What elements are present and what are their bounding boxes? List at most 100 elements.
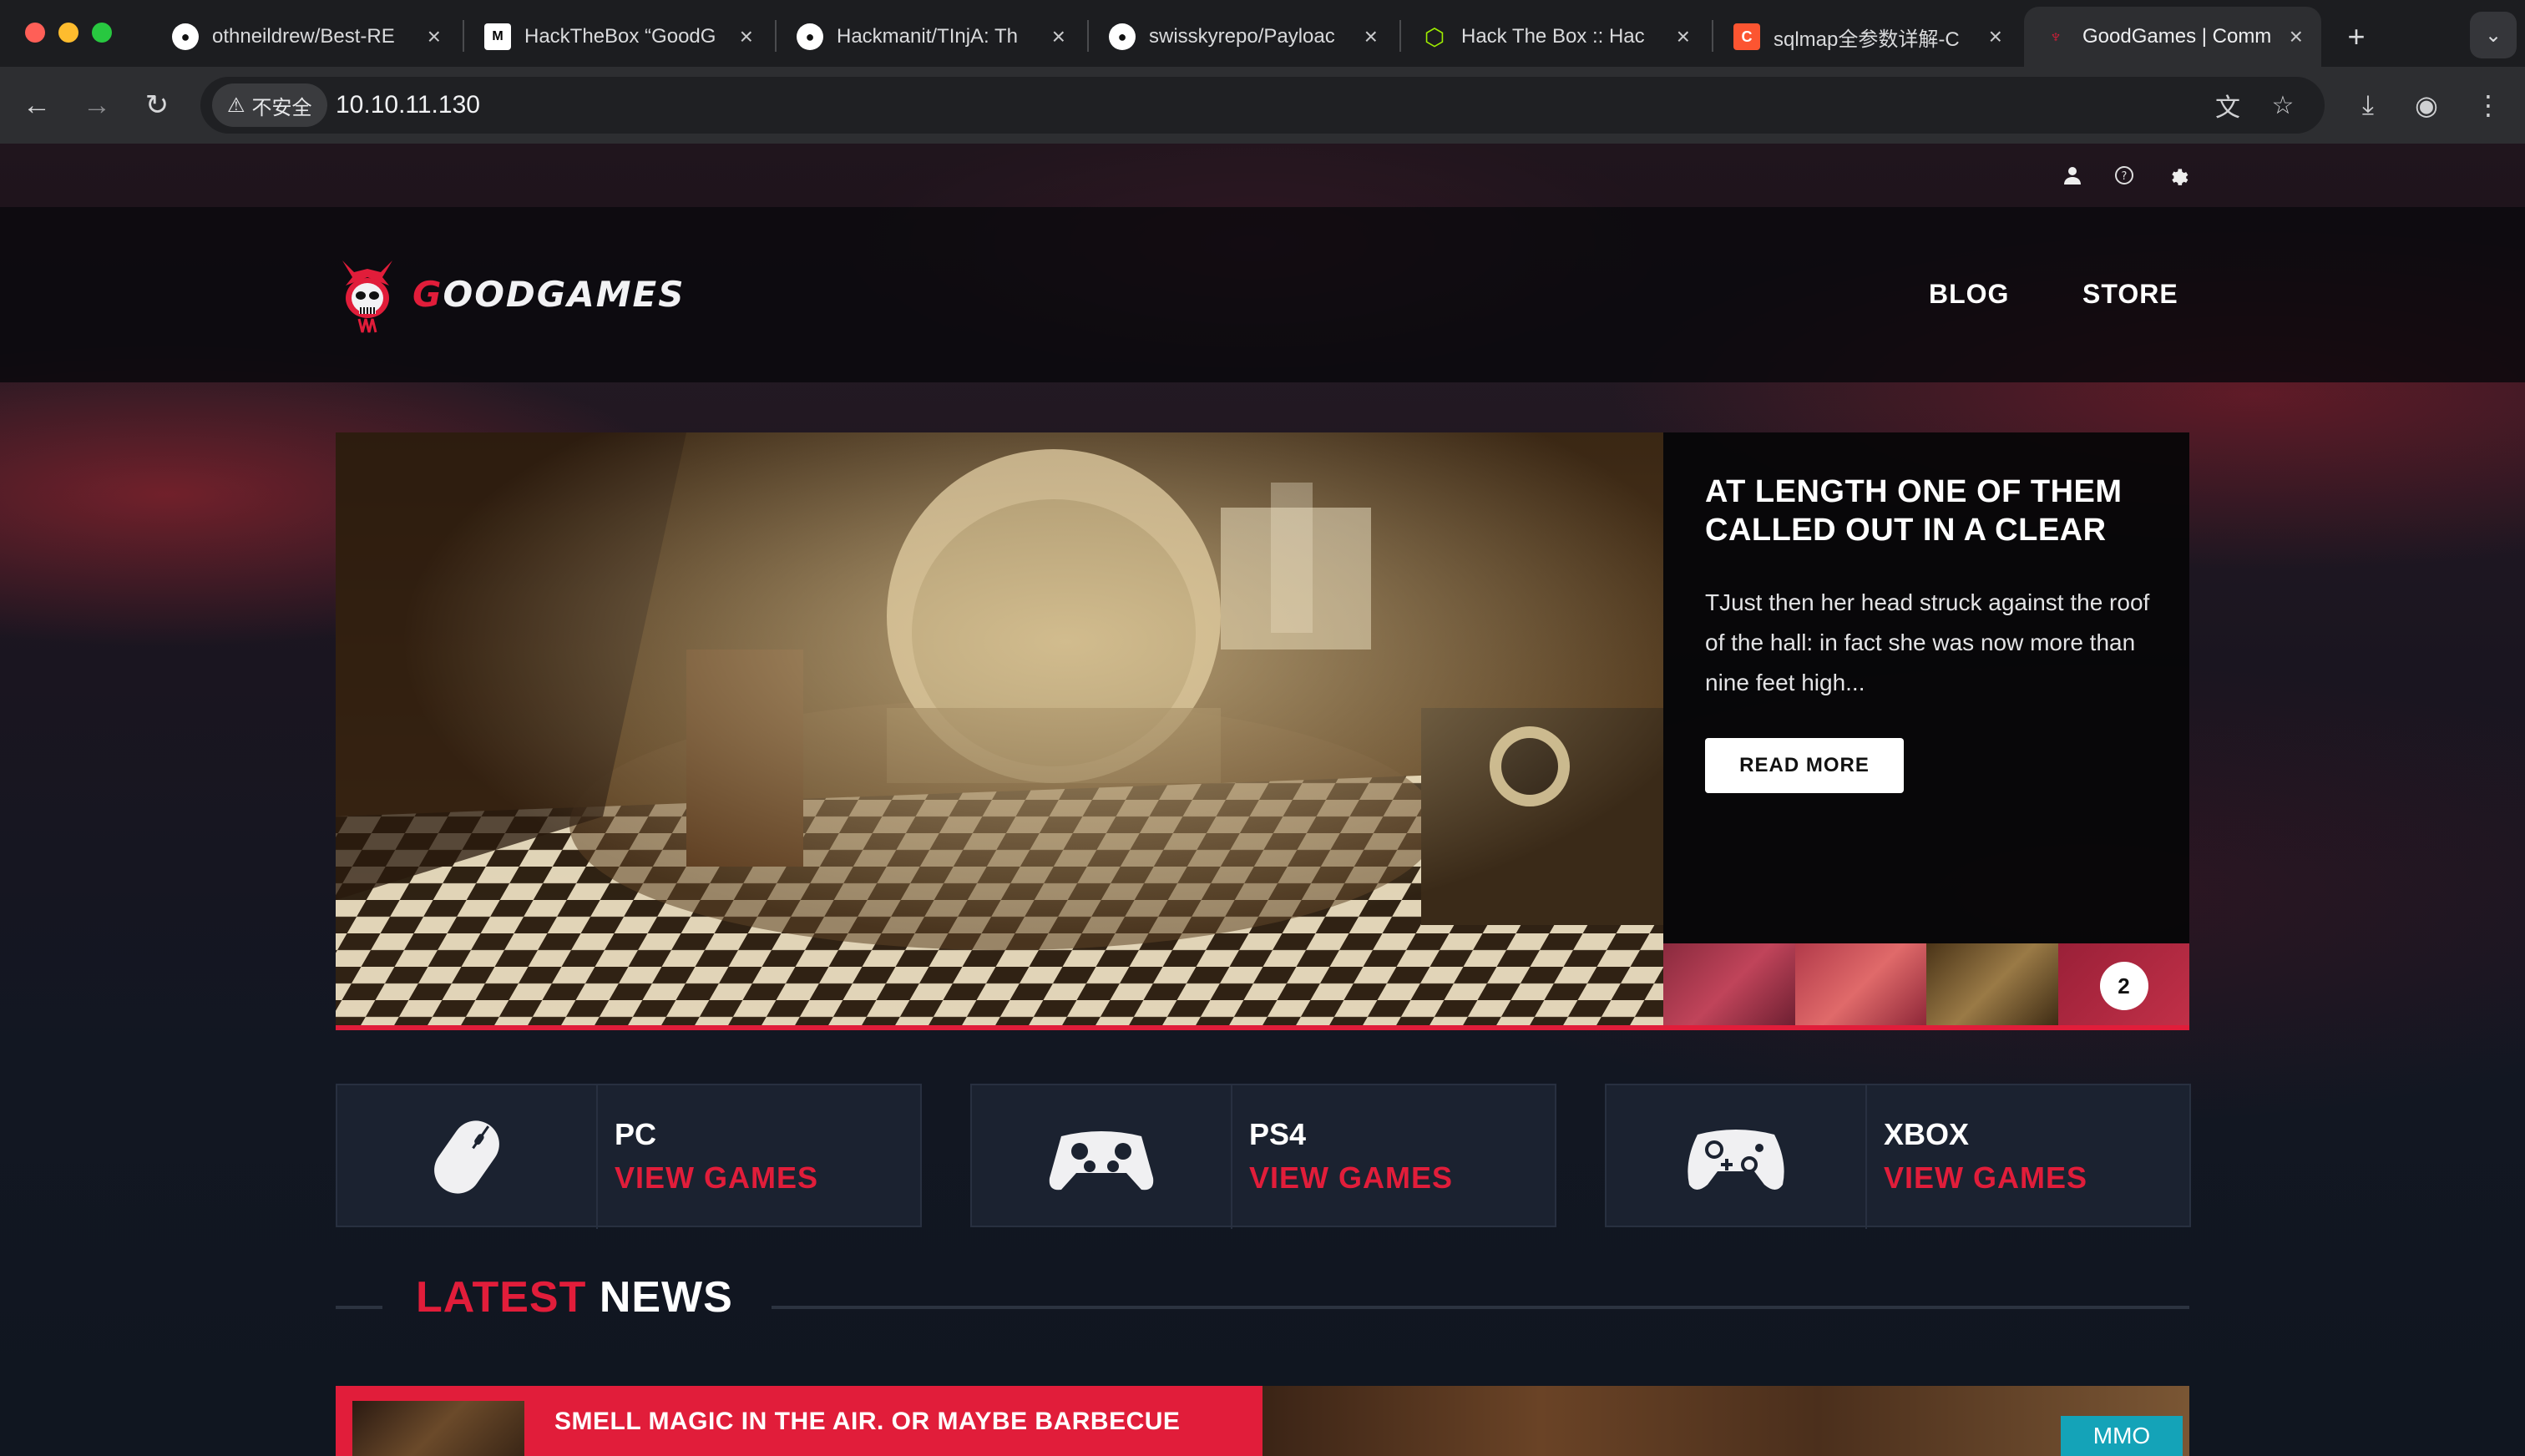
settings-gear-icon[interactable]	[2164, 162, 2191, 189]
close-tab-icon[interactable]: ×	[1052, 25, 1065, 48]
close-tab-icon[interactable]: ×	[1364, 25, 1378, 48]
tab-title: othneildrew/Best-RE	[212, 25, 395, 48]
news-item[interactable]: SMELL MAGIC IN THE AIR. OR MAYBE BARBECU…	[336, 1386, 2189, 1456]
tab-title: GoodGames | Comm	[2082, 25, 2272, 48]
github-icon: ●	[1109, 23, 1136, 50]
tab-title: sqlmap全参数详解-C	[1774, 28, 1960, 51]
hero-title: AT LENGTH ONE OF THEM CALLED OUT IN A CL…	[1705, 474, 2123, 548]
hero-scene-illustration	[336, 432, 1663, 1030]
translate-icon[interactable]: 文	[2208, 85, 2248, 125]
mouse-icon-wrap	[337, 1085, 598, 1229]
hero-excerpt: TJust then her head struck against the r…	[1705, 589, 2150, 695]
address-bar[interactable]: ⚠ 不安全 10.10.11.130 文 ☆	[200, 77, 2325, 134]
user-icon[interactable]	[2059, 162, 2086, 189]
hero-slider: AT LENGTH ONE OF THEM CALLED OUT IN A CL…	[336, 432, 2189, 1030]
download-icon[interactable]: ⤓	[2346, 83, 2390, 127]
close-tab-icon[interactable]: ×	[428, 25, 441, 48]
tab-title: Hackmanit/TInjA: Th	[837, 25, 1018, 48]
browser-tab[interactable]: ● othneildrew/Best-RE ×	[154, 7, 459, 67]
hero-image[interactable]	[336, 432, 1663, 1030]
profile-icon[interactable]: ◉	[2405, 83, 2448, 127]
tab-divider	[775, 20, 777, 52]
tab-title: Hack The Box :: Hac	[1461, 25, 1645, 48]
browser-tab[interactable]: ● Hackmanit/TInjA: Th ×	[778, 7, 1084, 67]
url-text[interactable]: 10.10.11.130	[336, 77, 480, 134]
nav-blog[interactable]: BLOG	[1929, 279, 2009, 310]
site-logo-text: GOODGAMES	[412, 273, 686, 315]
category-card-xbox[interactable]: XBOX VIEW GAMES	[1605, 1084, 2191, 1229]
news-image[interactable]	[1262, 1386, 2189, 1456]
news-headline[interactable]: SMELL MAGIC IN THE AIR. OR MAYBE BARBECU…	[554, 1408, 1180, 1436]
reload-button[interactable]: ↻	[135, 83, 179, 127]
top-utility-bar: ?	[0, 144, 2525, 207]
view-games-link[interactable]: VIEW GAMES	[1249, 1160, 1453, 1196]
github-icon: ●	[797, 23, 823, 50]
category-name: PC	[615, 1117, 657, 1151]
news-category-tag[interactable]: MMO	[2061, 1416, 2183, 1456]
close-window-button[interactable]	[25, 23, 45, 43]
browser-toolbar: ← → ↻ ⚠ 不安全 10.10.11.130 文 ☆ ⤓ ◉ ⋮	[0, 67, 2525, 144]
browser-tab-active[interactable]: ♆ GoodGames | Comm ×	[2024, 7, 2321, 67]
new-tab-button[interactable]: +	[2333, 7, 2380, 67]
tab-divider	[1087, 20, 1089, 52]
category-card-ps4[interactable]: PS4 VIEW GAMES	[970, 1084, 1556, 1229]
goodgames-favicon: ♆	[2048, 26, 2063, 47]
slide-number-badge[interactable]: 2	[2099, 962, 2148, 1010]
webpage: ? GOODGAMES BLOG STORE AT LENGTH ONE OF …	[0, 144, 2525, 1456]
browser-tab[interactable]: C sqlmap全参数详解-C ×	[1715, 7, 2021, 67]
view-games-link[interactable]: VIEW GAMES	[1884, 1160, 2087, 1196]
section-rule-right	[772, 1306, 2189, 1309]
browser-tab[interactable]: M HackTheBox “GoodG ×	[466, 7, 772, 67]
help-icon[interactable]: ?	[2111, 162, 2138, 189]
security-indicator[interactable]: ⚠ 不安全	[212, 83, 327, 127]
github-icon: ●	[172, 23, 199, 50]
bookmark-star-icon[interactable]: ☆	[2263, 85, 2303, 125]
tab-strip: ● othneildrew/Best-RE × M HackTheBox “Go…	[0, 0, 2525, 67]
xbox-controller-icon-wrap	[1607, 1085, 1867, 1229]
zoom-window-button[interactable]	[92, 23, 112, 43]
nav-store[interactable]: STORE	[2082, 279, 2178, 310]
slider-thumbnails: 2	[1663, 943, 2189, 1030]
skull-logo-icon	[342, 260, 392, 333]
read-more-button[interactable]: READ MORE	[1705, 738, 1904, 793]
tab-title: swisskyrepo/Payloac	[1149, 25, 1335, 48]
section-rule-left	[336, 1306, 382, 1309]
browser-tab[interactable]: ● swisskyrepo/Payloac ×	[1090, 7, 1396, 67]
category-name: PS4	[1249, 1117, 1307, 1151]
slider-thumb-3[interactable]	[1926, 943, 2058, 1030]
ps4-controller-icon-wrap	[972, 1085, 1232, 1229]
category-card-pc[interactable]: PC VIEW GAMES	[336, 1084, 922, 1229]
news-thumbnail[interactable]	[352, 1401, 524, 1456]
forward-button[interactable]: →	[75, 83, 119, 127]
security-label: 不安全	[251, 96, 312, 119]
latest-news-heading: LATEST NEWS	[416, 1273, 733, 1322]
hero-accent-bar	[336, 1025, 2189, 1030]
back-button[interactable]: ←	[15, 83, 58, 127]
news-item-header: SMELL MAGIC IN THE AIR. OR MAYBE BARBECU…	[336, 1386, 1262, 1456]
mouse-icon	[434, 1120, 499, 1194]
close-tab-icon[interactable]: ×	[1677, 25, 1690, 48]
tab-divider	[1399, 20, 1401, 52]
ps4-controller-icon	[1049, 1131, 1154, 1191]
tab-title: HackTheBox “GoodG	[524, 25, 716, 48]
view-games-link[interactable]: VIEW GAMES	[615, 1160, 818, 1196]
browser-tab[interactable]: ⬡ Hack The Box :: Hac ×	[1403, 7, 1708, 67]
site-logo[interactable]: GOODGAMES	[334, 252, 685, 336]
menu-kebab-icon[interactable]: ⋮	[2467, 83, 2510, 127]
close-tab-icon[interactable]: ×	[2290, 25, 2303, 48]
warning-icon: ⚠	[227, 94, 245, 117]
close-tab-icon[interactable]: ×	[740, 25, 753, 48]
slider-thumb-2[interactable]	[1794, 943, 1926, 1030]
xbox-controller-icon	[1688, 1130, 1784, 1190]
site-header: GOODGAMES BLOG STORE	[0, 207, 2525, 382]
csdn-icon: C	[1733, 23, 1760, 50]
tab-divider	[463, 20, 464, 52]
medium-icon: M	[484, 23, 511, 50]
minimize-window-button[interactable]	[58, 23, 78, 43]
close-tab-icon[interactable]: ×	[1989, 25, 2002, 48]
tab-search-button[interactable]: ⌄	[2470, 12, 2517, 58]
category-name: XBOX	[1884, 1117, 1970, 1151]
slider-thumb-1[interactable]	[1663, 943, 1795, 1030]
tab-divider	[1712, 20, 1713, 52]
slider-thumb-4[interactable]: 2	[2057, 943, 2189, 1030]
